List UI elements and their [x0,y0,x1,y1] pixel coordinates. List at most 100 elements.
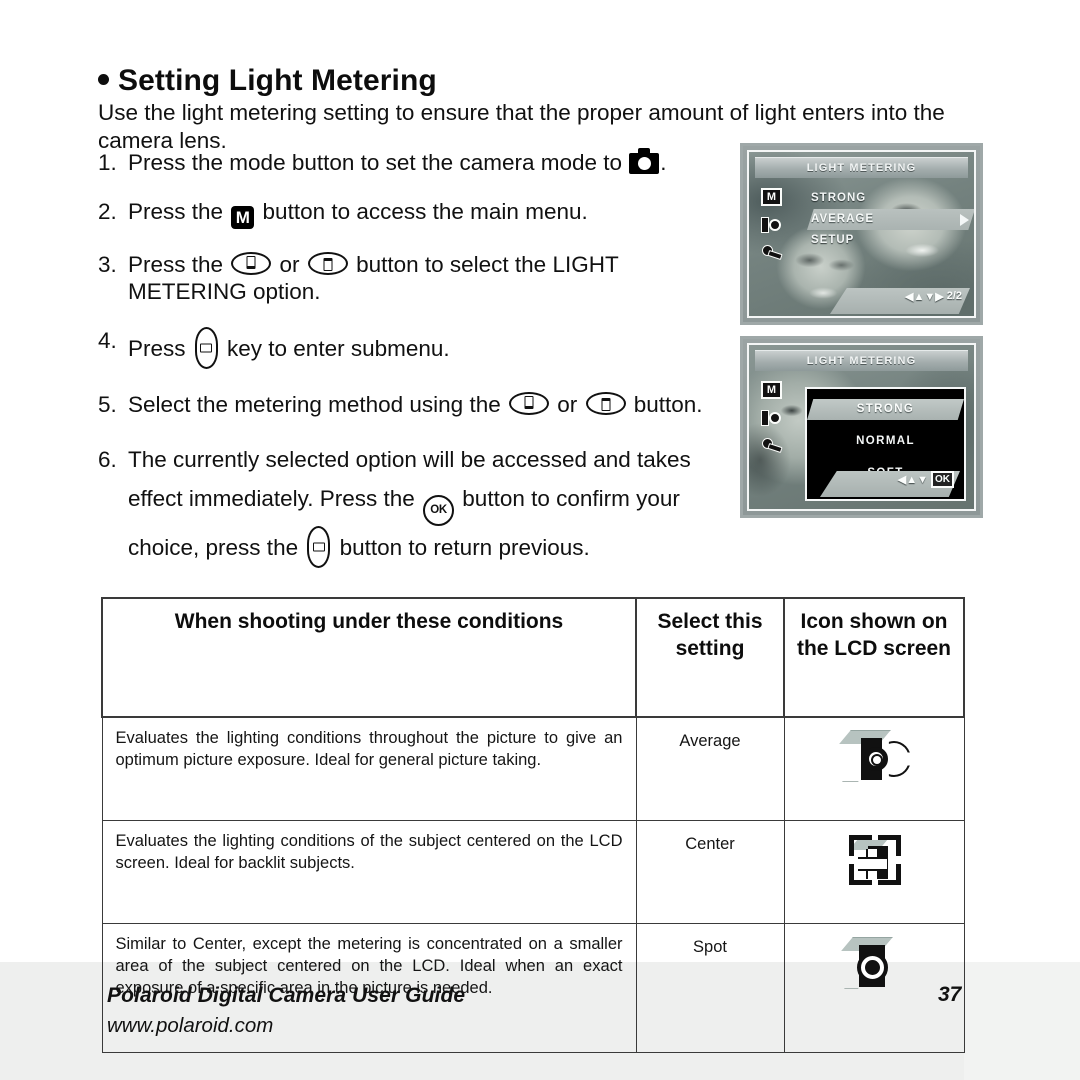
lcd-nav-ok-icon: OK [931,470,954,488]
row-1-icon-cell [783,716,965,821]
step-6: 6. The currently selected option will be… [98,440,718,568]
lcd-sidebar-icons: M [761,381,782,455]
footer-page-number: 37 [938,983,962,1006]
page-title-text: Setting Light Metering [118,64,437,97]
lcd-menu-item-average[interactable]: AVERAGE [807,209,974,230]
table-header-conditions: When shooting under these conditions [101,597,637,718]
row-2-icon-cell [783,820,965,924]
step-6-text-after: button to return previous. [333,535,590,560]
lcd-menu-list: STRONG AVERAGE SETUP [807,188,974,251]
step-4-text-after: key to enter submenu. [220,336,450,361]
lcd-screenshot-submenu: LIGHT METERING M STRONG NORMAL SOFT ◀▲▼ … [740,336,983,518]
step-4-body: Press key to enter submenu. [128,327,718,369]
setup-wrench-icon [761,244,782,262]
table-row: Evaluates the lighting conditions of the… [101,820,965,924]
mode-m-icon: M [761,381,782,399]
left-key-glyph [312,542,325,552]
zoom-wide-button-icon [585,392,626,415]
step-3: 3. Press the or button to select the LIG… [98,251,718,305]
page-title: Setting Light Metering [98,64,437,98]
step-6-body: The currently selected option will be ac… [128,440,718,568]
row-3-setting: Spot [635,923,785,1053]
step-3-body: Press the or button to select the LIGHT … [128,251,718,305]
zoom-tele-glyph [524,396,534,409]
lcd-menu-item-setup[interactable]: SETUP [807,230,974,251]
zoom-wide-glyph [601,398,610,411]
step-5-number: 5. [98,392,117,417]
center-icon-plus-core [868,859,877,869]
table-row: Evaluates the lighting conditions throug… [101,716,965,821]
table-header-setting: Select this setting [635,597,785,718]
average-metering-icon [837,726,911,788]
lcd-nav-arrows-icon: ◀▲▼ [897,473,928,486]
step-1-body: Press the mode button to set the camera … [128,148,718,176]
lcd-nav-bar-submenu: ◀▲▼ OK [820,470,960,497]
step-5-text-after: button. [627,392,703,417]
lcd-menu-item-average-label: AVERAGE [811,213,875,225]
step-3-number: 3. [98,252,117,277]
lcd-screenshot-main-menu: LIGHT METERING M STRONG AVERAGE SETUP ◀▲… [740,143,983,325]
table-header-icon: Icon shown on the LCD screen [783,597,965,718]
lcd-nav-labels: ◀▲▼ OK [820,466,960,492]
page-bottom-band-right [964,962,1080,1080]
step-1-text-before: Press the mode button to set the camera … [128,150,629,175]
zoom-tele-button-icon [231,252,272,275]
camera-mode-icon [629,148,660,174]
row-1-description: Evaluates the lighting conditions throug… [101,716,637,821]
footer-title: Polaroid Digital Camera User Guide [107,984,466,1007]
mode-m-button-icon: M [231,206,255,229]
lcd-title-bar: LIGHT METERING [755,157,968,178]
row-3-icon-cell [783,923,965,1053]
instruction-steps: 1. Press the mode button to set the came… [98,148,718,590]
lcd-inner-main-menu: LIGHT METERING M STRONG AVERAGE SETUP ◀▲… [747,150,976,318]
zoom-wide-glyph [323,258,333,271]
center-metering-icon [837,829,911,891]
step-4: 4. Press key to enter submenu. [98,327,718,369]
step-5-text-before: Select the metering method using the [128,392,507,417]
zoom-tele-glyph [246,256,256,269]
metering-icon [761,216,782,234]
center-icon-corner-tr [878,835,901,856]
lcd-inner-submenu: LIGHT METERING M STRONG NORMAL SOFT ◀▲▼ … [747,343,976,511]
step-1: 1. Press the mode button to set the came… [98,148,718,176]
manual-page: Setting Light Metering Use the light met… [0,0,1080,1080]
setup-wrench-icon [761,437,782,455]
table-header-row: When shooting under these conditions Sel… [101,597,965,718]
step-2: 2. Press the M button to access the main… [98,198,718,229]
lcd-nav-labels: ◀▲▼▶ 2/2 [830,283,970,309]
step-1-text-after: . [660,150,667,175]
lcd-title-bar: LIGHT METERING [755,350,968,371]
spot-metering-icon [837,932,911,994]
ok-button-icon: OK [423,495,455,526]
row-2-description: Evaluates the lighting conditions of the… [101,820,637,924]
step-3-text-mid: or [273,252,306,277]
zoom-tele-button-icon [508,392,549,415]
lcd-sidebar-icons: M [761,188,782,262]
step-4-number: 4. [98,328,117,353]
step-5-body: Select the metering method using the or … [128,391,718,418]
step-2-text-before: Press the [128,199,230,224]
row-1-setting: Average [635,716,785,821]
mode-m-icon: M [761,188,782,206]
lcd-submenu-item-normal[interactable]: NORMAL [807,431,964,452]
step-6-number: 6. [98,447,117,472]
left-key-icon [307,526,331,568]
average-icon-dot [871,754,883,766]
right-key-glyph [200,343,213,353]
bullet-icon [98,74,109,85]
step-5-text-mid: or [550,392,584,417]
metering-icon [761,409,782,427]
lcd-menu-item-strong[interactable]: STRONG [807,188,974,209]
row-2-setting: Center [635,820,785,924]
lcd-nav-page: 2/2 [946,290,962,302]
zoom-wide-button-icon [307,252,348,275]
step-2-body: Press the M button to access the main me… [128,198,718,229]
step-2-number: 2. [98,199,117,224]
lcd-submenu-dialog: STRONG NORMAL SOFT ◀▲▼ OK [805,387,966,501]
step-5: 5. Select the metering method using the … [98,391,718,418]
chevron-right-icon [960,213,969,226]
footer-url: www.polaroid.com [107,1014,274,1037]
step-1-number: 1. [98,150,117,175]
lcd-nav-bar-main: ◀▲▼▶ 2/2 [830,288,970,314]
lcd-submenu-item-strong[interactable]: STRONG [807,399,964,420]
